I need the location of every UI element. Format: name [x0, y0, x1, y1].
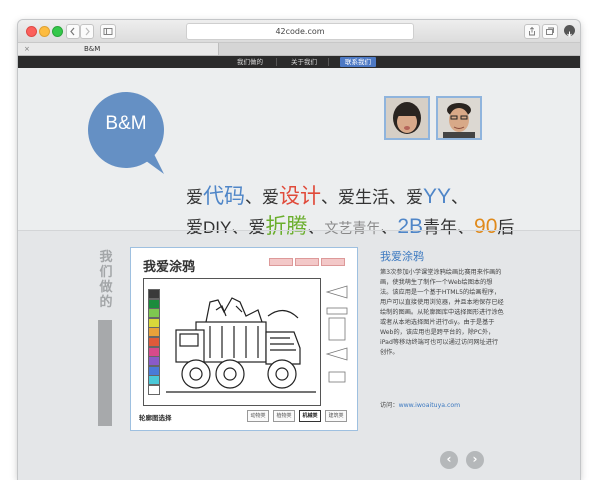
nav-item-contact[interactable]: 联系我们 — [340, 57, 376, 67]
outline-picker-label: 轮廓图选择 — [139, 414, 172, 422]
slogan-highlight: 代码 — [203, 185, 245, 208]
project-description: 第3次参加小学课堂涂鸦绘画比赛用来作画的画，使我萌生了制作一个Web绘图本的想法… — [380, 269, 504, 356]
slogan-text: 、 — [457, 218, 475, 237]
project-screenshot[interactable]: 我爱涂鸦 轮廓图选择 动物类 植物类 机械类 建筑类 — [130, 247, 358, 431]
tab-bar: × B&M — [18, 43, 580, 56]
slogan-text: 、爱 — [231, 218, 266, 237]
works-label-bar — [98, 320, 112, 426]
color-swatch[interactable] — [148, 375, 160, 386]
slogan-text: 、 — [307, 218, 325, 237]
forward-button[interactable] — [80, 24, 94, 39]
slogan-text: 、爱 — [389, 188, 423, 207]
brush-tools-icon — [325, 285, 348, 383]
person-portrait-icon — [386, 98, 428, 138]
app-tool-button — [321, 258, 345, 266]
app-toolbar — [269, 258, 345, 272]
slogan-text: 青年 — [423, 218, 458, 237]
zoom-window-button[interactable] — [52, 26, 63, 37]
prev-project-button[interactable]: ‹ — [440, 451, 458, 469]
slogan-highlight: 设计 — [279, 185, 321, 208]
slogan-highlight: 2B — [397, 215, 424, 238]
project-link[interactable]: www.iwoaituya.com — [399, 402, 461, 409]
category-button-animals[interactable]: 动物类 — [247, 410, 269, 422]
nav-divider — [328, 58, 329, 66]
share-icon — [529, 26, 535, 36]
truck-drawing — [166, 297, 316, 393]
back-button[interactable] — [66, 24, 80, 39]
color-swatch[interactable] — [148, 317, 160, 328]
app-side-tools — [323, 278, 351, 404]
slogan-text: 、 — [451, 188, 469, 207]
section-divider — [18, 230, 580, 231]
slogan-highlight: YY — [423, 185, 452, 208]
avatar-girl — [384, 96, 430, 140]
close-window-button[interactable] — [26, 26, 37, 37]
tabs-icon — [546, 27, 554, 35]
slogan-text: 爱DIY — [186, 218, 232, 237]
tab-title: B&M — [84, 45, 101, 53]
extension-button[interactable] — [564, 25, 575, 37]
app-tool-button — [269, 258, 293, 266]
browser-window: 42code.com × B&M 我们做的 关于我们 联系我们 B&M 爱代码、… — [18, 20, 580, 480]
color-swatch[interactable] — [148, 289, 160, 299]
color-swatch[interactable] — [148, 298, 160, 309]
project-visit: 访问：www.iwoaituya.com — [380, 400, 460, 409]
nav-item-about[interactable]: 关于我们 — [286, 57, 322, 67]
slogan-highlight: 90 — [474, 215, 498, 238]
app-tool-button — [295, 258, 319, 266]
slogan-line-2: 爱DIY、爱折腾、文艺青年、2B青年、90后 — [186, 210, 514, 240]
logo-text: B&M — [105, 113, 147, 134]
tabs-overview-button[interactable] — [542, 24, 558, 39]
nav-divider — [276, 58, 277, 66]
tab-current[interactable]: × B&M — [18, 43, 219, 55]
download-icon — [567, 31, 572, 37]
works-section-label: 我们做的 — [99, 250, 113, 310]
browser-toolbar: 42code.com — [18, 20, 580, 43]
share-button[interactable] — [524, 24, 540, 39]
tab-close-icon[interactable]: × — [24, 43, 30, 55]
address-text: 42code.com — [275, 27, 325, 36]
chevron-right-icon — [85, 27, 90, 36]
slogan-text: 后 — [497, 218, 515, 237]
project-title: 我爱涂鸦 — [380, 250, 424, 263]
color-swatch[interactable] — [148, 327, 160, 338]
app-footer: 轮廓图选择 动物类 植物类 机械类 建筑类 — [131, 406, 357, 430]
sidebar-button[interactable] — [100, 24, 116, 39]
sidebar-icon — [103, 28, 113, 35]
slogan-text: 、爱 — [245, 188, 279, 207]
category-button-plants[interactable]: 植物类 — [273, 410, 295, 422]
category-button-machines[interactable]: 机械类 — [299, 410, 321, 422]
color-swatch[interactable] — [148, 308, 160, 319]
app-canvas — [143, 278, 321, 406]
person-portrait-icon — [438, 98, 480, 138]
color-swatch[interactable] — [148, 337, 160, 347]
color-swatch[interactable] — [148, 385, 160, 395]
slogan-text: 、爱生活 — [321, 188, 389, 207]
color-swatch[interactable] — [148, 365, 160, 376]
color-swatch[interactable] — [148, 346, 160, 357]
category-button-buildings[interactable]: 建筑类 — [325, 410, 347, 422]
slogan-text: 、 — [380, 218, 398, 237]
avatar-boy — [436, 96, 482, 140]
hero-section: B&M 爱代码、爱设计、爱生活、爱YY、 爱DIY、爱折腾、文艺青年、2B青年、… — [18, 68, 580, 238]
chevron-left-icon — [70, 27, 75, 36]
site-nav: 我们做的 关于我们 联系我们 — [18, 56, 580, 68]
color-palette — [148, 289, 160, 395]
next-project-button[interactable]: › — [466, 451, 484, 469]
slogan-line-1: 爱代码、爱设计、爱生活、爱YY、 — [186, 180, 468, 210]
color-swatch[interactable] — [148, 356, 160, 367]
nav-item-works[interactable]: 我们做的 — [232, 57, 268, 67]
visit-label: 访问： — [380, 402, 399, 409]
address-bar[interactable]: 42code.com — [186, 23, 414, 40]
slogan-text: 爱 — [186, 188, 203, 207]
app-title: 我爱涂鸦 — [143, 260, 196, 275]
slogan-highlight: 折腾 — [265, 215, 308, 238]
minimize-window-button[interactable] — [39, 26, 50, 37]
slogan-highlight: 文艺青年 — [324, 220, 381, 236]
